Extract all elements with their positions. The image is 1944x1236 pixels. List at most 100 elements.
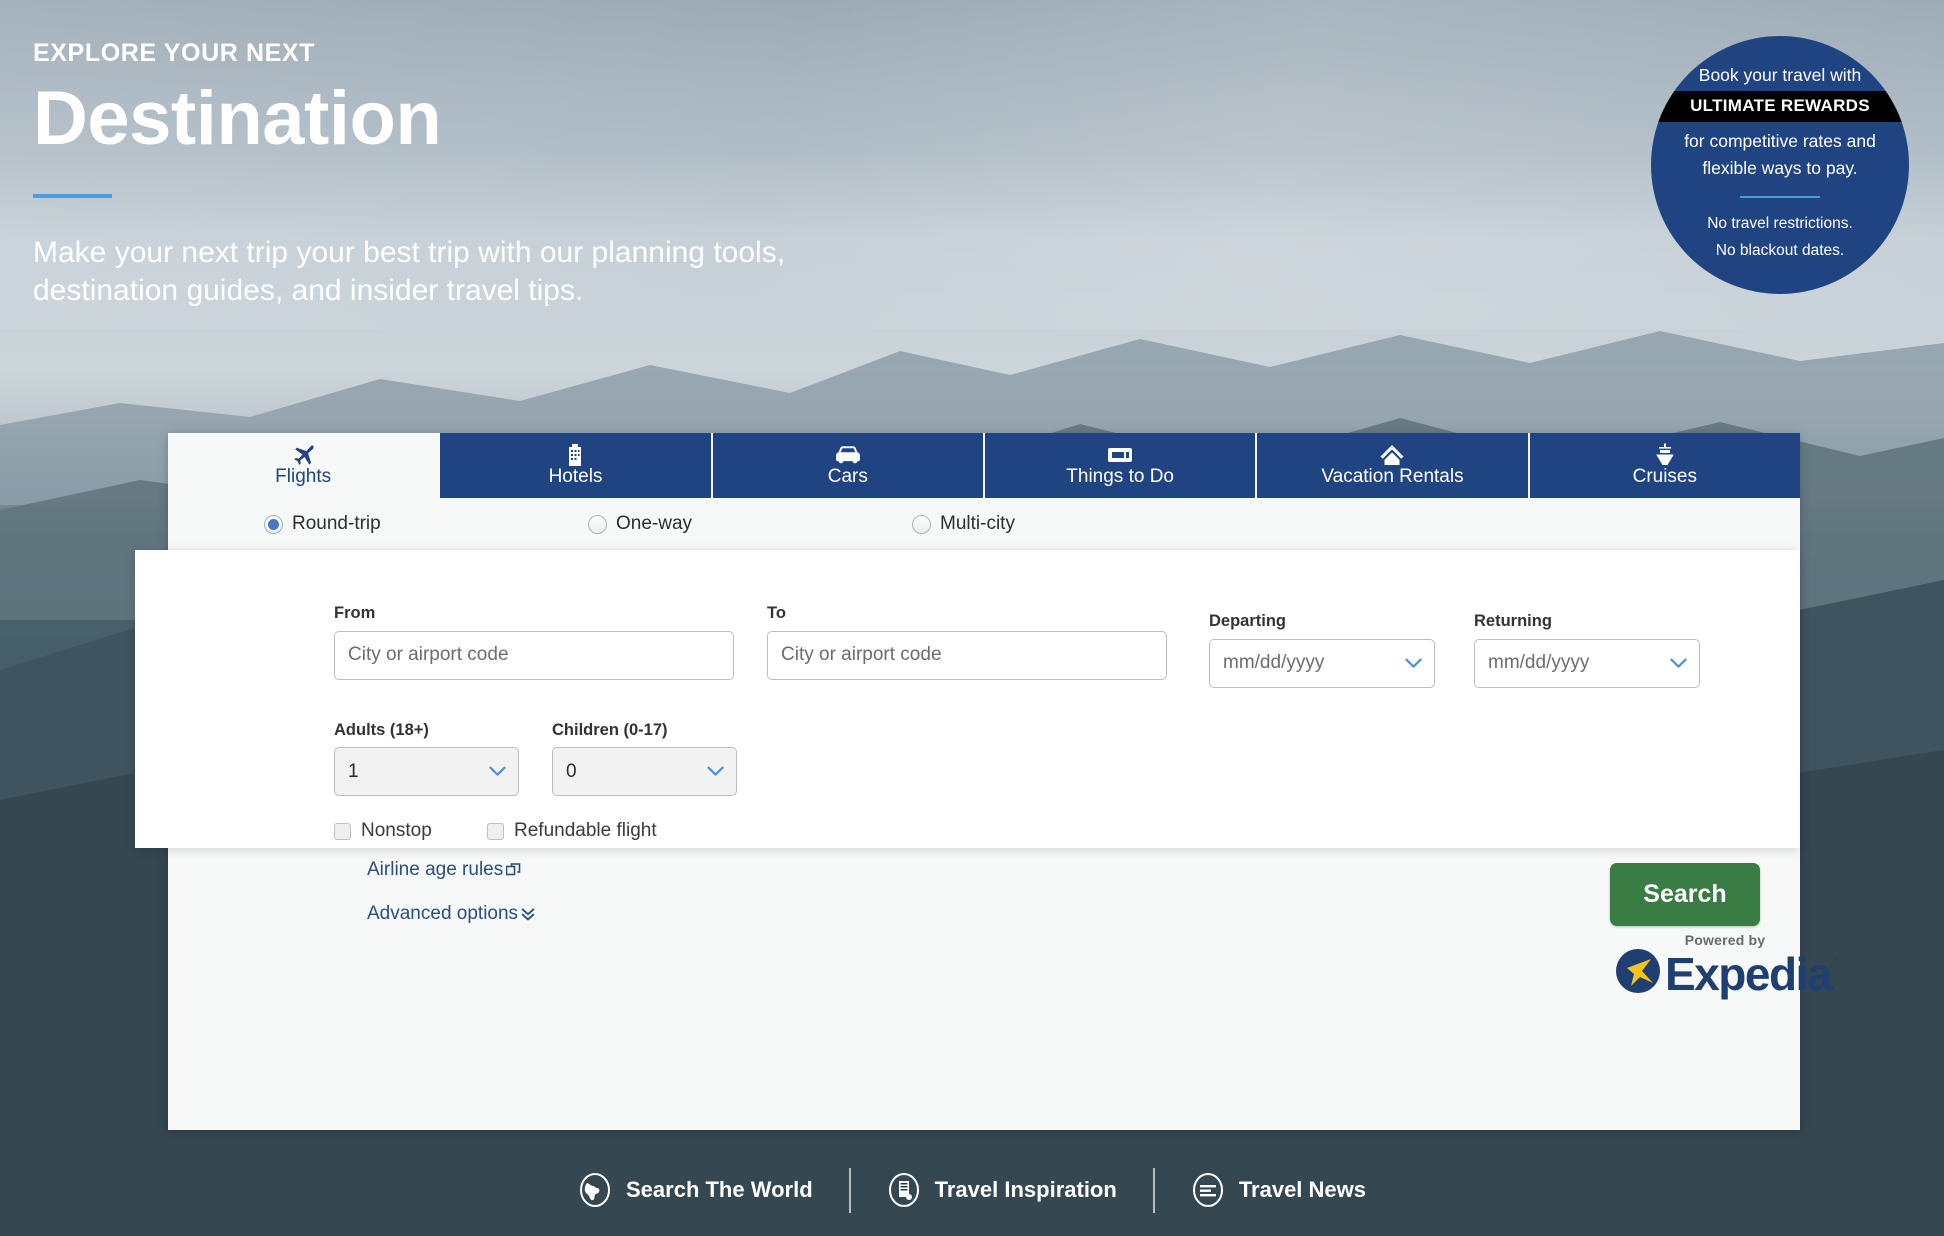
page-title: Destination <box>33 76 442 161</box>
tab-label: Hotels <box>548 465 603 487</box>
tab-cruises[interactable]: Cruises <box>1529 433 1800 498</box>
departing-field-group: Departing mm/dd/yyyy <box>1209 605 1435 688</box>
checkbox-indicator <box>487 822 504 840</box>
chevron-double-down-icon <box>521 907 535 922</box>
expedia-mark-icon <box>1613 946 1663 1001</box>
checkbox-indicator <box>334 822 351 840</box>
search-button[interactable]: Search <box>1610 863 1760 926</box>
children-select[interactable]: 0 <box>552 747 737 796</box>
advanced-options-link[interactable]: Advanced options <box>367 903 535 925</box>
news-icon <box>1191 1173 1225 1207</box>
adults-value: 1 <box>348 760 359 782</box>
form-row-filters: Nonstop Refundable flight <box>334 820 1800 842</box>
form-row-travelers: Adults (18+) 1 Children (0-17) 0 <box>334 720 1800 796</box>
tab-flights[interactable]: Flights <box>168 433 441 498</box>
tab-label: Cruises <box>1632 465 1697 487</box>
nav-label: Search The World <box>626 1177 813 1202</box>
adults-field-group: Adults (18+) 1 <box>334 720 519 796</box>
badge-line-3a: No travel restrictions. <box>1707 214 1853 232</box>
cruise-ship-icon <box>1653 443 1677 466</box>
children-value: 0 <box>566 760 577 782</box>
tab-label: Flights <box>275 465 332 487</box>
title-underline-rule <box>33 193 112 198</box>
to-input[interactable] <box>767 630 1167 680</box>
badge-divider-rule <box>1740 195 1820 198</box>
nav-label: Travel Inspiration <box>934 1177 1117 1202</box>
radio-label: Multi-city <box>940 513 1015 534</box>
returning-date-select[interactable]: mm/dd/yyyy <box>1474 638 1700 688</box>
hero-background: EXPLORE YOUR NEXT Destination Make your … <box>0 0 1944 1236</box>
chevron-down-icon <box>1405 655 1422 672</box>
chevron-down-icon <box>707 763 724 780</box>
chevron-down-icon <box>489 763 506 780</box>
nav-travel-inspiration[interactable]: Travel Inspiration <box>851 1173 1153 1207</box>
home-icon <box>1379 444 1405 466</box>
from-field-group: From <box>334 605 734 680</box>
hero-headline-block: EXPLORE YOUR NEXT Destination Make your … <box>33 38 933 310</box>
to-field-group: To <box>767 605 1167 680</box>
bottom-navigation: Search The World Travel Inspiration Trav… <box>0 1160 1944 1220</box>
radio-multi-city[interactable]: Multi-city <box>912 513 1236 535</box>
returning-field-group: Returning mm/dd/yyyy <box>1474 605 1700 688</box>
badge-line-3b: No blackout dates. <box>1715 241 1845 259</box>
radio-indicator <box>588 514 607 534</box>
adults-label: Adults (18+) <box>334 720 429 739</box>
form-row-primary: From To Departing mm/dd/yyyy <box>334 605 1800 688</box>
tab-label: Things to Do <box>1066 465 1175 487</box>
tab-label: Vacation Rentals <box>1321 465 1464 487</box>
external-link-icon <box>506 862 521 878</box>
from-label: From <box>334 604 376 622</box>
nav-travel-news[interactable]: Travel News <box>1155 1173 1402 1207</box>
tab-things-to-do[interactable]: Things to Do <box>984 433 1258 498</box>
returning-label: Returning <box>1474 612 1552 630</box>
ultimate-rewards-badge: Book your travel with ULTIMATE REWARDS f… <box>1651 36 1909 294</box>
radio-label: Round-trip <box>292 513 381 534</box>
building-icon <box>566 443 584 466</box>
badge-band-label: ULTIMATE REWARDS <box>1651 91 1909 123</box>
booking-tab-bar: Flights Hotels Cars Things to Do Vacatio… <box>168 433 1800 498</box>
link-label: Airline age rules <box>367 859 504 880</box>
radio-label: One-way <box>616 513 693 534</box>
search-form-card: From To Departing mm/dd/yyyy <box>135 550 1800 848</box>
trip-type-radio-group: Round-trip One-way Multi-city <box>168 498 1800 550</box>
airline-age-rules-link[interactable]: Airline age rules <box>367 859 521 881</box>
checkbox-label: Refundable flight <box>514 820 657 841</box>
airplane-icon <box>291 444 315 466</box>
departing-date-select[interactable]: mm/dd/yyyy <box>1209 638 1435 688</box>
to-label: To <box>767 604 786 622</box>
nav-label: Travel News <box>1238 1177 1366 1202</box>
search-action-group: Search Powered by Expedia · <box>1610 863 1838 1001</box>
book-icon <box>887 1173 921 1207</box>
badge-line-2: for competitive rates and flexible ways … <box>1684 131 1876 179</box>
children-label: Children (0-17) <box>552 720 668 739</box>
panel-links-group: Airline age rules Advanced options <box>367 859 535 947</box>
ticket-icon <box>1107 444 1133 466</box>
radio-one-way[interactable]: One-way <box>588 513 912 535</box>
nav-search-the-world[interactable]: Search The World <box>542 1173 849 1207</box>
link-label: Advanced options <box>367 903 519 924</box>
chevron-down-icon <box>1670 655 1687 672</box>
hero-subtitle: Make your next trip your best trip with … <box>33 235 786 308</box>
departing-date-value: mm/dd/yyyy <box>1223 652 1325 673</box>
refundable-flight-checkbox-option[interactable]: Refundable flight <box>487 820 657 842</box>
globe-icon <box>578 1173 612 1207</box>
returning-date-value: mm/dd/yyyy <box>1488 652 1590 673</box>
radio-indicator <box>912 514 931 534</box>
adults-select[interactable]: 1 <box>334 747 519 796</box>
departing-label: Departing <box>1209 612 1287 630</box>
powered-by-group: Powered by Expedia · <box>1609 932 1838 1001</box>
expedia-trademark: · <box>1832 950 1838 967</box>
checkbox-label: Nonstop <box>361 820 432 841</box>
booking-panel-footer: Airline age rules Advanced options Searc… <box>168 848 1838 1130</box>
radio-indicator <box>264 514 283 534</box>
booking-widget-panel: Flights Hotels Cars Things to Do Vacatio… <box>135 433 1838 1130</box>
tab-hotels[interactable]: Hotels <box>440 433 713 498</box>
from-input[interactable] <box>334 630 734 680</box>
tab-cars[interactable]: Cars <box>712 433 985 498</box>
tab-label: Cars <box>827 465 868 487</box>
radio-round-trip[interactable]: Round-trip <box>264 513 588 535</box>
expedia-logo: Expedia · <box>1613 946 1838 1001</box>
expedia-wordmark: Expedia <box>1665 947 1832 1000</box>
nonstop-checkbox-option[interactable]: Nonstop <box>334 820 487 842</box>
tab-vacation-rentals[interactable]: Vacation Rentals <box>1257 433 1530 498</box>
